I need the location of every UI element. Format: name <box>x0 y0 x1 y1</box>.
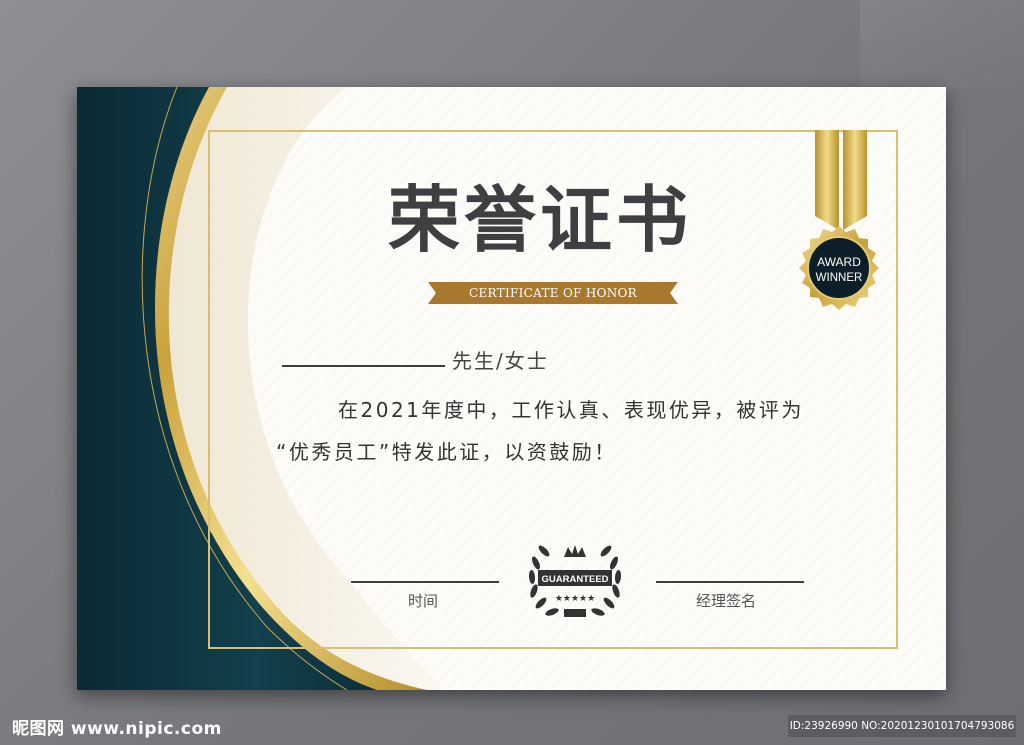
crown-icon <box>564 545 586 557</box>
signature-label: 经理签名 <box>696 592 757 610</box>
body-text-line-1: 在2021年度中，工作认真、表现优异，被评为 <box>338 398 804 422</box>
certificate-title: 荣誉证书 <box>387 177 692 262</box>
salutation: 先生/女士 <box>452 349 549 373</box>
background-highlight <box>860 0 1024 90</box>
site-watermark: 昵图网 www.nipic.com <box>12 719 222 739</box>
award-winner-badge: AWARD WINNER <box>799 226 879 310</box>
recipient-name-line <box>282 365 445 367</box>
time-line <box>351 581 499 583</box>
badge-line-2: WINNER <box>816 272 863 284</box>
seal-text: GUARANTEED <box>541 574 608 585</box>
badge-line-1: AWARD <box>817 255 861 269</box>
guarantee-seal: GUARANTEED ★★★★★ <box>528 545 622 617</box>
image-id-watermark: ID:23926990 NO:20201230101704793086 <box>788 715 1016 737</box>
signature-line <box>656 581 804 583</box>
award-ribbon-icon <box>815 130 867 230</box>
seal-stars: ★★★★★ <box>555 594 595 604</box>
body-text-line-2: “优秀员工”特发此证，以资鼓励！ <box>276 440 617 464</box>
subtitle-ribbon: CERTIFICATE OF HONOR <box>469 286 637 300</box>
time-label: 时间 <box>408 592 439 610</box>
